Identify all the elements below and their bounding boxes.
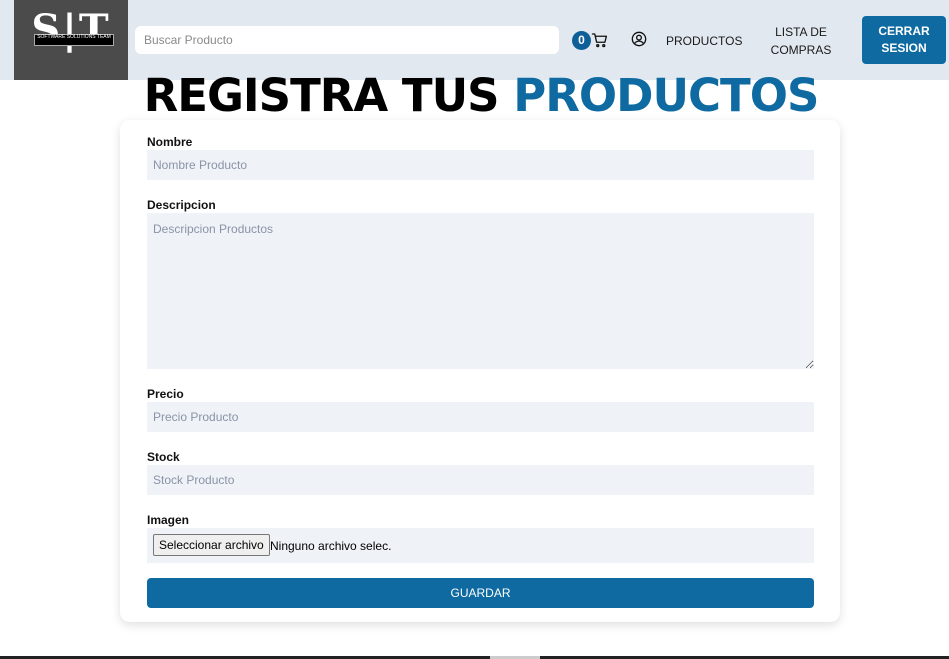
imagen-file-input: Seleccionar archivo Ninguno archivo sele… <box>147 528 814 563</box>
page-title-main: REGISTRA TUS <box>143 69 500 122</box>
nav-link-productos[interactable]: PRODUCTOS <box>666 32 742 50</box>
user-circle-icon[interactable] <box>631 31 647 47</box>
logout-button[interactable]: CERRAR SESION <box>862 16 946 64</box>
precio-field[interactable] <box>147 402 814 432</box>
cart-icon[interactable] <box>591 31 609 49</box>
nombre-field[interactable] <box>147 150 814 180</box>
search-input[interactable] <box>135 26 559 54</box>
choose-file-button[interactable]: Seleccionar archivo <box>153 534 270 556</box>
logo-tagline: SOFTWARE SOLUTIONS TEAM <box>37 34 111 40</box>
file-status-text: Ninguno archivo selec. <box>270 539 392 553</box>
precio-label: Precio <box>147 387 184 401</box>
page-title-accent: PRODUCTOS <box>513 69 819 122</box>
save-button[interactable]: GUARDAR <box>147 578 814 608</box>
stock-label: Stock <box>147 450 180 464</box>
imagen-label: Imagen <box>147 513 190 527</box>
descripcion-label: Descripcion <box>147 198 216 212</box>
page-title: REGISTRA TUS PRODUCTOS <box>0 68 949 124</box>
nombre-label: Nombre <box>147 135 193 149</box>
product-form-card: Nombre Descripcion Precio Stock Imagen S… <box>120 120 840 622</box>
descripcion-field[interactable] <box>147 213 814 369</box>
logo-initials: S|T <box>31 6 111 53</box>
nav-link-lista-compras[interactable]: LISTA DE COMPRAS <box>764 23 838 59</box>
cart-count-badge: 0 <box>572 31 591 50</box>
stock-field[interactable] <box>147 465 814 495</box>
